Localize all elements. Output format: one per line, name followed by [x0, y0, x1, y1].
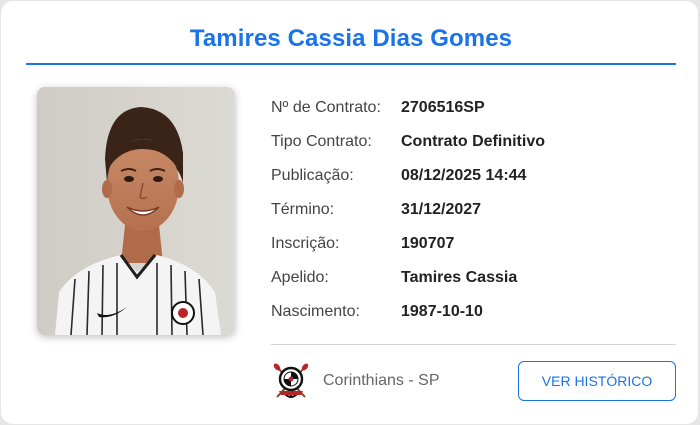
- view-history-button[interactable]: VER HISTÓRICO: [518, 361, 676, 401]
- end-date-label: Término:: [271, 201, 335, 218]
- contract-number-value: 2706516SP: [401, 99, 485, 116]
- player-name-title: Tamires Cassia Dias Gomes: [189, 25, 513, 52]
- footer-divider: [271, 344, 676, 345]
- nickname-value: Tamires Cassia: [401, 269, 518, 286]
- birth-date-label: Nascimento:: [271, 303, 360, 320]
- contract-type-label: Tipo Contrato:: [271, 133, 372, 150]
- player-card: Tamires Cassia Dias Gomes Nº de Contrato…: [1, 1, 698, 424]
- end-date-value: 31/12/2027: [401, 201, 482, 218]
- contract-number-label: Nº de Contrato:: [271, 99, 381, 116]
- club-name: Corinthians - SP: [323, 372, 440, 389]
- registration-label: Inscrição:: [271, 235, 340, 252]
- birth-date-value: 1987-10-10: [401, 303, 483, 320]
- registration-value: 190707: [401, 235, 455, 252]
- contract-type-value: Contrato Definitivo: [401, 133, 545, 150]
- corinthians-badge-icon: [273, 361, 309, 401]
- publication-label: Publicação:: [271, 167, 354, 184]
- player-photo: [37, 87, 235, 335]
- title-divider: [26, 63, 676, 65]
- nickname-label: Apelido:: [271, 269, 329, 286]
- publication-value: 08/12/2025 14:44: [401, 167, 527, 184]
